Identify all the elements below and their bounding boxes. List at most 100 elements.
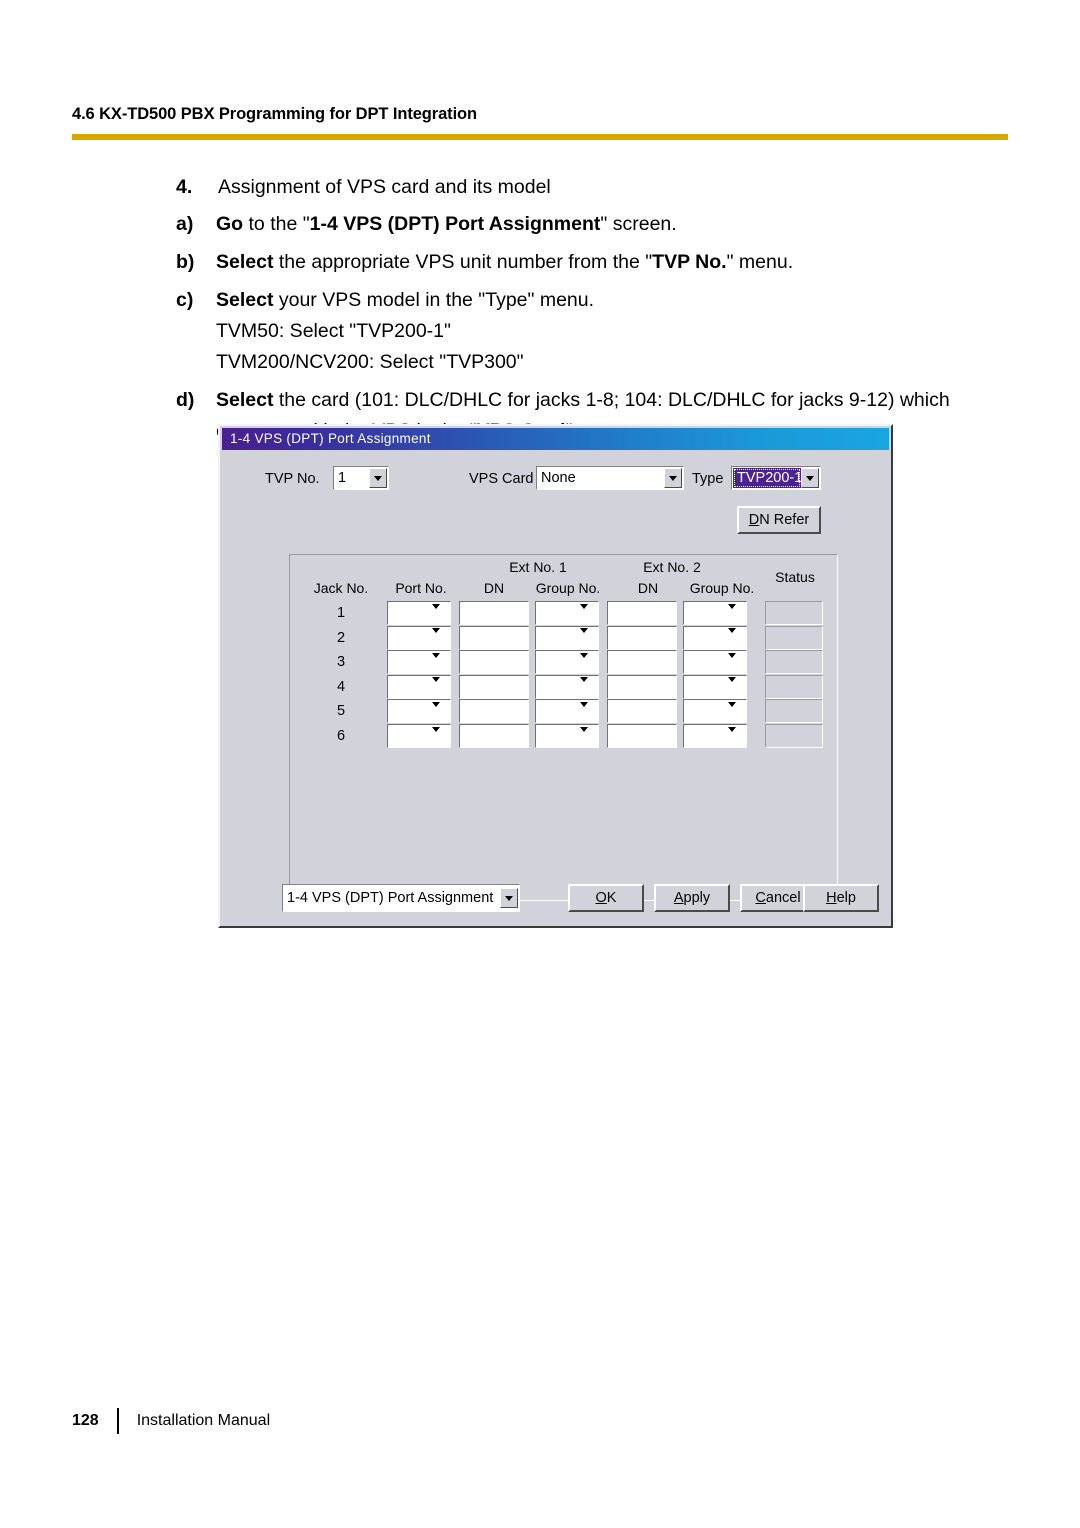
chevron-down-icon[interactable] xyxy=(728,628,745,647)
ext1-dn-field[interactable] xyxy=(459,724,529,748)
status-cell xyxy=(765,699,823,724)
substep-c-letter: c) xyxy=(176,289,194,311)
help-button[interactable]: Help xyxy=(803,884,879,912)
substep-a-lead: Go xyxy=(216,213,244,235)
tvp-no-dropdown[interactable]: 1 xyxy=(333,466,389,490)
vps-card-value: None xyxy=(541,470,576,486)
ext2-dn-field[interactable] xyxy=(607,699,677,724)
ext1-group-no-dropdown[interactable] xyxy=(535,724,599,748)
chevron-down-icon[interactable] xyxy=(580,603,597,623)
chevron-down-icon[interactable] xyxy=(500,888,518,908)
substep-b-bold-mid: TVP No. xyxy=(652,251,727,273)
substep-d-lead: Select xyxy=(216,389,274,411)
status-cell xyxy=(765,724,823,748)
chevron-down-icon[interactable] xyxy=(728,652,745,672)
ext2-dn-field[interactable] xyxy=(607,601,677,625)
jack-no-value: 6 xyxy=(336,728,346,744)
ext1-group-no-dropdown[interactable] xyxy=(535,650,599,675)
column-header-dn-2: DN xyxy=(637,580,659,596)
ext2-group-no-dropdown[interactable] xyxy=(683,625,747,650)
port-no-dropdown[interactable] xyxy=(387,601,451,625)
chevron-down-icon[interactable] xyxy=(580,726,597,746)
chevron-down-icon[interactable] xyxy=(664,468,682,488)
ext1-dn-field[interactable] xyxy=(459,674,529,699)
ext1-dn-field[interactable] xyxy=(459,625,529,650)
apply-rest: pply xyxy=(683,890,711,906)
chevron-down-icon[interactable] xyxy=(728,726,745,746)
ext2-dn-field-value xyxy=(608,602,612,618)
chevron-down-icon[interactable] xyxy=(728,603,745,623)
port-no-dropdown[interactable] xyxy=(387,674,451,699)
port-no-dropdown[interactable] xyxy=(387,724,451,748)
ext2-group-no-dropdown[interactable] xyxy=(683,650,747,675)
type-label: Type xyxy=(692,471,724,487)
ext2-dn-field[interactable] xyxy=(607,674,677,699)
chevron-down-icon[interactable] xyxy=(580,652,597,672)
ext2-dn-field[interactable] xyxy=(607,724,677,748)
section-title: 4.6 KX-TD500 PBX Programming for DPT Int… xyxy=(72,105,478,123)
chevron-down-icon[interactable] xyxy=(369,468,387,488)
ext2-dn-field-value xyxy=(608,676,612,692)
chevron-down-icon[interactable] xyxy=(728,677,745,696)
ext2-dn-field-value xyxy=(608,700,612,716)
port-no-dropdown[interactable] xyxy=(387,650,451,675)
ext2-dn-field[interactable] xyxy=(607,650,677,675)
manual-name: Installation Manual xyxy=(136,1412,271,1429)
ok-mnemonic: O xyxy=(595,890,607,906)
substep-b: b) Select the appropriate VPS unit numbe… xyxy=(176,247,966,278)
ext1-group-no-dropdown[interactable] xyxy=(535,601,599,625)
ext2-group-no-dropdown[interactable] xyxy=(683,601,747,625)
vps-port-assignment-dialog: 1-4 VPS (DPT) Port Assignment TVP No. 1 … xyxy=(218,424,893,928)
ok-button[interactable]: OK xyxy=(568,884,644,912)
table-row: 6 xyxy=(290,724,837,748)
chevron-down-icon[interactable] xyxy=(432,652,449,672)
port-no-dropdown[interactable] xyxy=(387,699,451,724)
ext1-group-no-dropdown[interactable] xyxy=(535,625,599,650)
substep-c-text: Select your VPS model in the "Type" menu… xyxy=(216,285,966,378)
cancel-label: Cancel xyxy=(755,890,800,906)
screen-selector-dropdown[interactable]: 1-4 VPS (DPT) Port Assignment xyxy=(282,884,520,912)
chevron-down-icon[interactable] xyxy=(580,677,597,696)
ext2-group-no-dropdown[interactable] xyxy=(683,699,747,724)
ext1-group-no-dropdown[interactable] xyxy=(535,674,599,699)
instructions-block: 4. Assignment of VPS card and its model … xyxy=(176,172,966,454)
ext1-dn-field-value xyxy=(460,725,464,741)
ext2-group-no-dropdown[interactable] xyxy=(683,674,747,699)
port-no-dropdown[interactable] xyxy=(387,625,451,650)
dn-refer-label: DN Refer xyxy=(749,512,809,528)
column-header-port-no: Port No. xyxy=(395,580,447,596)
ext2-dn-field[interactable] xyxy=(607,625,677,650)
dn-refer-mnemonic: D xyxy=(748,512,760,528)
ext2-group-no-dropdown[interactable] xyxy=(683,724,747,748)
vps-card-dropdown[interactable]: None xyxy=(536,466,684,490)
apply-button[interactable]: Apply xyxy=(654,884,730,912)
substep-a: a) Go to the "1-4 VPS (DPT) Port Assignm… xyxy=(176,209,966,240)
column-header-group-no-1: Group No. xyxy=(535,580,601,596)
chevron-down-icon[interactable] xyxy=(432,677,449,696)
chevron-down-icon[interactable] xyxy=(432,701,449,721)
chevron-down-icon[interactable] xyxy=(728,701,745,721)
chevron-down-icon[interactable] xyxy=(432,603,449,623)
ext1-group-no-dropdown[interactable] xyxy=(535,699,599,724)
chevron-down-icon[interactable] xyxy=(580,628,597,647)
screen-selector-value: 1-4 VPS (DPT) Port Assignment xyxy=(287,890,494,906)
chevron-down-icon[interactable] xyxy=(432,628,449,647)
chevron-down-icon[interactable] xyxy=(580,701,597,721)
substep-c-text-1: your VPS model in the "Type" menu. xyxy=(273,289,595,311)
chevron-down-icon[interactable] xyxy=(801,468,819,488)
table-row: 3 xyxy=(290,650,837,675)
help-label: Help xyxy=(826,890,856,906)
dn-refer-button[interactable]: DN Refer xyxy=(737,506,821,534)
ext1-dn-field[interactable] xyxy=(459,699,529,724)
tvp-no-value: 1 xyxy=(338,470,347,486)
substep-a-text: Go to the "1-4 VPS (DPT) Port Assignment… xyxy=(216,209,966,240)
footer-divider xyxy=(116,1408,119,1434)
dialog-top-controls: TVP No. 1 VPS Card None Type TVP200-1 xyxy=(220,466,891,496)
type-dropdown[interactable]: TVP200-1 xyxy=(731,466,821,490)
substep-a-text-2: " screen. xyxy=(600,213,677,235)
ext1-dn-field[interactable] xyxy=(459,601,529,625)
ext1-dn-field[interactable] xyxy=(459,650,529,675)
chevron-down-icon[interactable] xyxy=(432,726,449,746)
status-cell xyxy=(765,674,823,699)
group-header-ext-no-2: Ext No. 2 xyxy=(643,559,701,575)
